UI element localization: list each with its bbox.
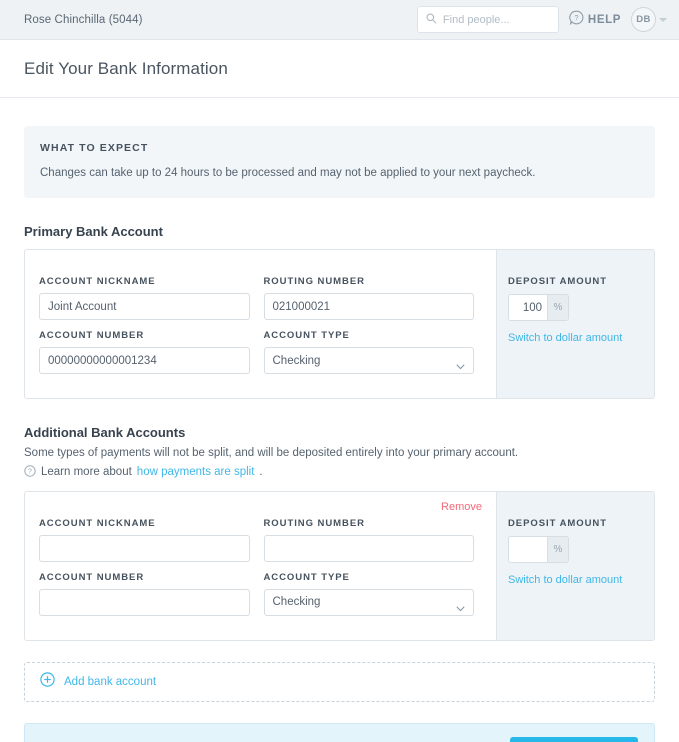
primary-account-number-input[interactable] xyxy=(39,347,250,375)
question-mark-icon: ? xyxy=(24,465,36,480)
additional-account-fields: Remove ACCOUNT NICKNAME ROUTING NUMBER A… xyxy=(25,492,496,640)
additional-accounts-subtitle: Some types of payments will not be split… xyxy=(24,447,519,460)
help-question-icon: ? xyxy=(569,10,584,30)
additional-deposit-amount-group: % xyxy=(508,535,569,563)
page-title: Edit Your Bank Information xyxy=(24,58,228,78)
primary-nickname-field: ACCOUNT NICKNAME xyxy=(39,268,250,322)
field-label-account-nickname: ACCOUNT NICKNAME xyxy=(39,517,156,529)
primary-bank-account-heading: Primary Bank Account xyxy=(24,224,163,240)
field-label-routing-number: ROUTING NUMBER xyxy=(263,276,365,288)
user-menu[interactable]: DB xyxy=(631,7,667,32)
svg-text:?: ? xyxy=(28,468,32,475)
search-icon xyxy=(426,11,437,29)
additional-account-type-select[interactable] xyxy=(263,588,474,616)
svg-text:?: ? xyxy=(574,13,578,22)
help-text-suffix: . xyxy=(259,466,263,479)
notice-body: Changes can take up to 24 hours to be pr… xyxy=(40,167,536,179)
percent-suffix: % xyxy=(547,536,568,562)
percent-suffix: % xyxy=(547,295,568,321)
additional-routing-number-input[interactable] xyxy=(263,534,474,562)
primary-account-nickname-input[interactable] xyxy=(39,293,250,321)
notice-title: WHAT TO EXPECT xyxy=(40,142,149,154)
primary-account-number-field: ACCOUNT NUMBER xyxy=(39,322,250,376)
primary-deposit-amount-input[interactable] xyxy=(509,295,547,321)
main-content: WHAT TO EXPECT Changes can take up to 24… xyxy=(0,126,679,742)
field-label-account-number: ACCOUNT NUMBER xyxy=(39,330,145,342)
plus-circle-icon xyxy=(40,672,55,692)
avatar: DB xyxy=(631,7,656,32)
primary-account-type-field: ACCOUNT TYPE xyxy=(263,322,474,376)
field-label-account-type: ACCOUNT TYPE xyxy=(263,330,350,342)
primary-deposit-amount-group: % xyxy=(508,294,569,322)
additional-switch-to-dollar-link[interactable]: Switch to dollar amount xyxy=(508,574,654,586)
field-label-account-number: ACCOUNT NUMBER xyxy=(39,571,145,583)
additional-account-number-field: ACCOUNT NUMBER xyxy=(39,564,250,618)
primary-routing-field: ROUTING NUMBER xyxy=(263,268,474,322)
additional-accounts-help-line: ? Learn more about how payments are spli… xyxy=(24,465,655,480)
additional-account-nickname-input[interactable] xyxy=(39,534,250,562)
save-footer-bar: By clicking "Save Changes" I voluntarily… xyxy=(24,722,655,742)
primary-account-type-select[interactable] xyxy=(263,347,474,375)
help-label: HELP xyxy=(587,13,621,26)
search-box[interactable] xyxy=(416,6,559,33)
search-input[interactable] xyxy=(442,13,550,26)
deposit-amount-label: DEPOSIT AMOUNT xyxy=(508,517,607,529)
additional-account-type-field: ACCOUNT TYPE xyxy=(263,564,474,618)
help-button[interactable]: ? HELP xyxy=(569,10,621,30)
field-label-routing-number: ROUTING NUMBER xyxy=(263,517,365,529)
additional-nickname-field: ACCOUNT NICKNAME xyxy=(39,510,250,564)
top-nav-right-group: ? HELP DB xyxy=(416,6,667,33)
add-bank-account-label: Add bank account xyxy=(64,675,157,688)
primary-bank-account-card: ACCOUNT NICKNAME ROUTING NUMBER ACCOUNT … xyxy=(24,249,655,400)
primary-deposit-panel: DEPOSIT AMOUNT % Switch to dollar amount xyxy=(496,250,654,399)
help-text-prefix: Learn more about xyxy=(41,466,132,479)
field-label-account-nickname: ACCOUNT NICKNAME xyxy=(39,276,156,288)
additional-routing-field: ROUTING NUMBER xyxy=(263,510,474,564)
top-navigation-bar: Rose Chinchilla (5044) ? HELP DB xyxy=(0,0,679,40)
footer-actions: CANCEL SAVE CHANGES xyxy=(441,736,638,742)
additional-deposit-amount-input[interactable] xyxy=(509,536,547,562)
what-to-expect-notice: WHAT TO EXPECT Changes can take up to 24… xyxy=(24,126,655,199)
field-label-account-type: ACCOUNT TYPE xyxy=(263,571,350,583)
deposit-amount-label: DEPOSIT AMOUNT xyxy=(508,276,607,288)
primary-account-fields: ACCOUNT NICKNAME ROUTING NUMBER ACCOUNT … xyxy=(25,250,496,398)
add-bank-account-button[interactable]: Add bank account xyxy=(24,661,655,702)
additional-bank-account-card: Remove ACCOUNT NICKNAME ROUTING NUMBER A… xyxy=(24,490,655,641)
additional-bank-accounts-heading: Additional Bank Accounts xyxy=(24,425,186,441)
additional-deposit-panel: DEPOSIT AMOUNT % Switch to dollar amount xyxy=(496,491,654,640)
remove-account-link[interactable]: Remove xyxy=(441,501,482,513)
current-user-name: Rose Chinchilla (5044) xyxy=(24,13,143,26)
additional-account-number-input[interactable] xyxy=(39,588,250,616)
how-payments-are-split-link[interactable]: how payments are split xyxy=(137,466,255,478)
save-changes-button[interactable]: SAVE CHANGES xyxy=(510,736,638,742)
page-title-bar: Edit Your Bank Information xyxy=(0,40,679,98)
primary-routing-number-input[interactable] xyxy=(263,293,474,321)
primary-switch-to-dollar-link[interactable]: Switch to dollar amount xyxy=(508,332,654,344)
chevron-down-icon xyxy=(659,17,667,22)
